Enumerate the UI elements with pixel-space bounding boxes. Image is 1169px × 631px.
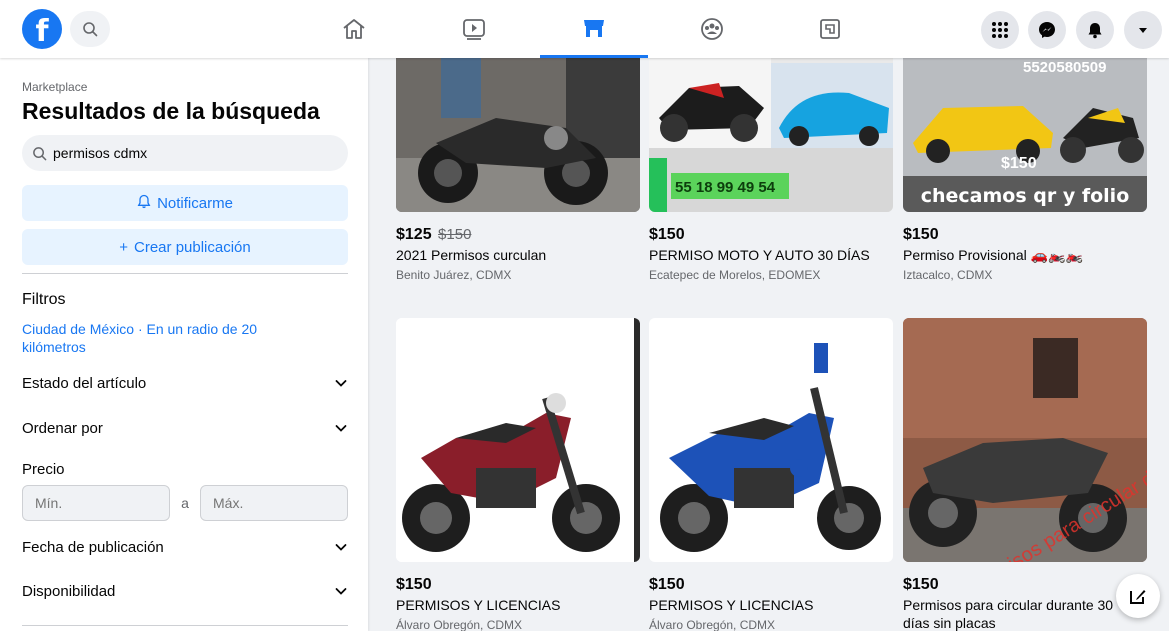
marketplace-search-box[interactable] [22, 135, 348, 171]
chevron-down-icon [335, 425, 347, 432]
listing-price: $150 [903, 226, 939, 243]
marketplace-icon [584, 19, 604, 37]
messenger-button[interactable] [1028, 11, 1066, 49]
listing-card[interactable]: 5520580509 $150 checamos qr y folio $150… [903, 58, 1147, 282]
watch-icon [463, 19, 485, 40]
account-button[interactable] [1124, 11, 1162, 49]
listing-card[interactable]: $150 PERMISOS Y LICENCIAS Álvaro Obregón… [396, 318, 640, 631]
listing-old-price: $150 [438, 226, 472, 243]
date-listed-label: Fecha de publicación [22, 538, 164, 556]
notify-button[interactable]: Notificarme [22, 185, 348, 221]
create-listing-button[interactable]: + Crear publicación [22, 229, 348, 265]
price-range: a [22, 485, 348, 521]
phone-overlay-text: 55 18 99 49 54 [675, 179, 776, 196]
availability-label: Disponibilidad [22, 582, 116, 600]
location-filter-link[interactable]: Ciudad de México · En un radio de 20 kil… [22, 320, 302, 356]
marketplace-sidebar: Marketplace Resultados de la búsqueda No… [0, 58, 368, 631]
notifications-icon [1088, 23, 1102, 39]
listing-photo[interactable]: 55 18 99 49 54 [649, 58, 893, 212]
price-separator: a [181, 495, 189, 511]
chevron-down-icon [335, 544, 347, 551]
listing-price: $150 [903, 576, 939, 593]
menu-button[interactable] [981, 11, 1019, 49]
chevron-down-icon [335, 380, 347, 387]
sort-by-dropdown[interactable]: Ordenar por [22, 416, 348, 440]
search-button[interactable] [70, 11, 110, 47]
item-condition-label: Estado del artículo [22, 374, 147, 392]
facebook-logo[interactable]: f [22, 9, 62, 49]
gaming-icon [820, 19, 840, 39]
page-title: Resultados de la búsqueda [22, 98, 320, 124]
listing-price: $150 [649, 226, 685, 243]
listing-location: Álvaro Obregón, CDMX [649, 618, 776, 631]
listing-price: $150 [396, 576, 432, 593]
notifications-button[interactable] [1076, 11, 1114, 49]
listing-price: $150 [649, 576, 685, 593]
messenger-icon [1039, 22, 1055, 38]
price-min-input[interactable] [22, 485, 170, 521]
qr-overlay-text: checamos qr y folio [921, 185, 1130, 207]
account-caret-icon [1139, 28, 1147, 33]
new-message-button[interactable] [1116, 574, 1160, 618]
search-icon [83, 22, 98, 37]
phone-overlay-text: 5520580509 [1023, 59, 1106, 76]
sort-by-label: Ordenar por [22, 419, 103, 437]
search-input[interactable] [53, 145, 333, 161]
listing-card[interactable]: $150 PERMISOS Y LICENCIAS Álvaro Obregón… [649, 318, 893, 631]
date-listed-dropdown[interactable]: Fecha de publicación [22, 535, 348, 559]
item-condition-dropdown[interactable]: Estado del artículo [22, 371, 348, 395]
home-icon [343, 19, 365, 39]
price-heading: Precio [22, 461, 65, 478]
search-icon [33, 146, 47, 160]
listing-location: Iztacalco, CDMX [903, 268, 993, 282]
create-listing-label: Crear publicación [134, 238, 251, 256]
listings-grid: $125 $150 2021 Permisos curculan Benito … [396, 58, 1169, 631]
listing-title: PERMISOS Y LICENCIAS [649, 597, 814, 613]
listing-card[interactable]: 55 18 99 49 54 $150 PERMISO MOTO Y AUTO … [649, 58, 893, 282]
tab-watch[interactable] [420, 0, 528, 58]
divider [22, 273, 348, 274]
listing-location: Ecatepec de Morelos, EDOMEX [649, 268, 821, 282]
listing-photo[interactable]: 5520580509 $150 checamos qr y folio [903, 58, 1147, 212]
price-overlay-text: $150 [1001, 155, 1037, 172]
listing-title: PERMISOS Y LICENCIAS [396, 597, 561, 613]
listing-photo[interactable]: Permisos para circular durante 30 días s… [903, 318, 1147, 562]
tab-home[interactable] [300, 0, 408, 58]
bell-outline-icon [137, 194, 151, 213]
listing-card[interactable]: $125 $150 2021 Permisos curculan Benito … [396, 58, 640, 282]
listing-photo[interactable] [396, 318, 640, 562]
listing-card[interactable]: Permisos para circular durante 30 días s… [903, 318, 1147, 631]
listing-title: Permisos para circular durante 30 días s… [903, 597, 1114, 631]
tab-groups[interactable] [658, 0, 766, 58]
listing-location: Álvaro Obregón, CDMX [396, 618, 523, 631]
listing-location: Benito Juárez, CDMX [396, 268, 512, 282]
tab-gaming[interactable] [776, 0, 884, 58]
divider [22, 625, 348, 626]
compose-icon [1130, 590, 1146, 604]
listing-photo[interactable] [649, 318, 893, 562]
filters-heading: Filtros [22, 291, 66, 308]
notify-label: Notificarme [157, 194, 233, 212]
chevron-down-icon [335, 588, 347, 595]
listing-price: $125 $150 [396, 226, 472, 243]
groups-icon [701, 18, 723, 40]
tab-marketplace[interactable] [540, 0, 648, 58]
availability-dropdown[interactable]: Disponibilidad [22, 579, 348, 603]
listing-title: PERMISO MOTO Y AUTO 30 DÍAS [649, 247, 870, 263]
plus-icon: + [119, 238, 129, 256]
price-max-input[interactable] [200, 485, 348, 521]
breadcrumb[interactable]: Marketplace [22, 80, 87, 94]
menu-grid-icon [992, 22, 1008, 38]
listing-photo[interactable] [396, 58, 640, 212]
top-navigation-bar: f [0, 0, 1169, 58]
listing-title: Permiso Provisional 🚗🏍️🏍️ [903, 247, 1083, 263]
listing-title: 2021 Permisos curculan [396, 247, 547, 263]
